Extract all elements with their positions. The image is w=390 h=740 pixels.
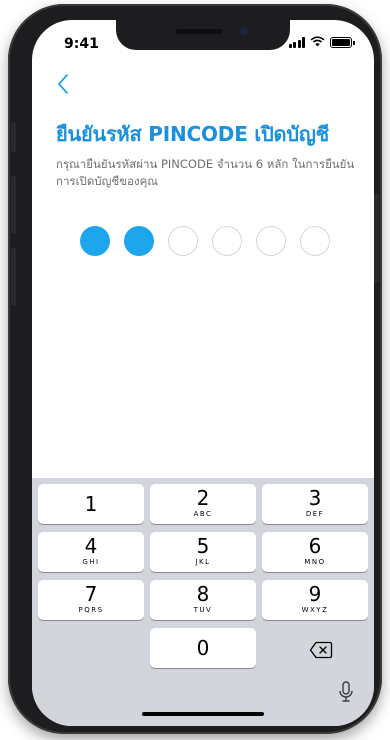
front-camera: [240, 27, 248, 35]
key-6[interactable]: 6 MNO: [262, 532, 368, 572]
delete-button[interactable]: [268, 630, 374, 670]
back-button[interactable]: [56, 72, 80, 100]
pin-indicator: [80, 226, 330, 256]
microphone-icon: [339, 681, 353, 702]
pin-dot-empty: [300, 226, 330, 256]
battery-icon: [330, 37, 355, 48]
key-0[interactable]: 0: [150, 628, 256, 668]
key-1[interactable]: 1: [38, 484, 144, 524]
key-7[interactable]: 7 PQRS: [38, 580, 144, 620]
power-button: [374, 194, 379, 282]
home-indicator[interactable]: [142, 712, 264, 716]
wifi-icon: [310, 36, 325, 49]
speaker-grille: [176, 29, 222, 34]
status-time: 9:41: [64, 36, 99, 52]
key-4[interactable]: 4 GHI: [38, 532, 144, 572]
status-icons: [288, 36, 355, 49]
phone-frame: 9:41 ยืนยันรหัส PINCODE เปิดบัญชี กรุณาย…: [8, 4, 382, 734]
pin-dot-filled: [124, 226, 154, 256]
pin-dot-filled: [80, 226, 110, 256]
volume-up-button: [11, 176, 16, 234]
chevron-left-icon: [58, 74, 68, 94]
key-3[interactable]: 3 DEF: [262, 484, 368, 524]
backspace-icon: [309, 641, 333, 659]
volume-down-button: [11, 248, 16, 306]
signal-icon: [288, 37, 305, 48]
screen: 9:41 ยืนยันรหัส PINCODE เปิดบัญชี กรุณาย…: [32, 20, 374, 726]
page-subtitle: กรุณายืนยันรหัสผ่าน PINCODE จำนวน 6 หลัก…: [56, 157, 355, 188]
key-9[interactable]: 9 WXYZ: [262, 580, 368, 620]
mute-switch: [11, 122, 16, 152]
key-5[interactable]: 5 JKL: [150, 532, 256, 572]
pin-dot-empty: [256, 226, 286, 256]
numeric-keypad: 1 2 ABC 3 DEF 4 GHI 5 JKL 6 MNO 7 PQRS 8…: [32, 478, 374, 726]
key-8[interactable]: 8 TUV: [150, 580, 256, 620]
page-title: ยืนยันรหัส PINCODE เปิดบัญชี: [56, 122, 330, 146]
microphone-button[interactable]: [334, 678, 358, 706]
pin-dot-empty: [168, 226, 198, 256]
pin-dot-empty: [212, 226, 242, 256]
key-2[interactable]: 2 ABC: [150, 484, 256, 524]
notch: [116, 20, 290, 50]
